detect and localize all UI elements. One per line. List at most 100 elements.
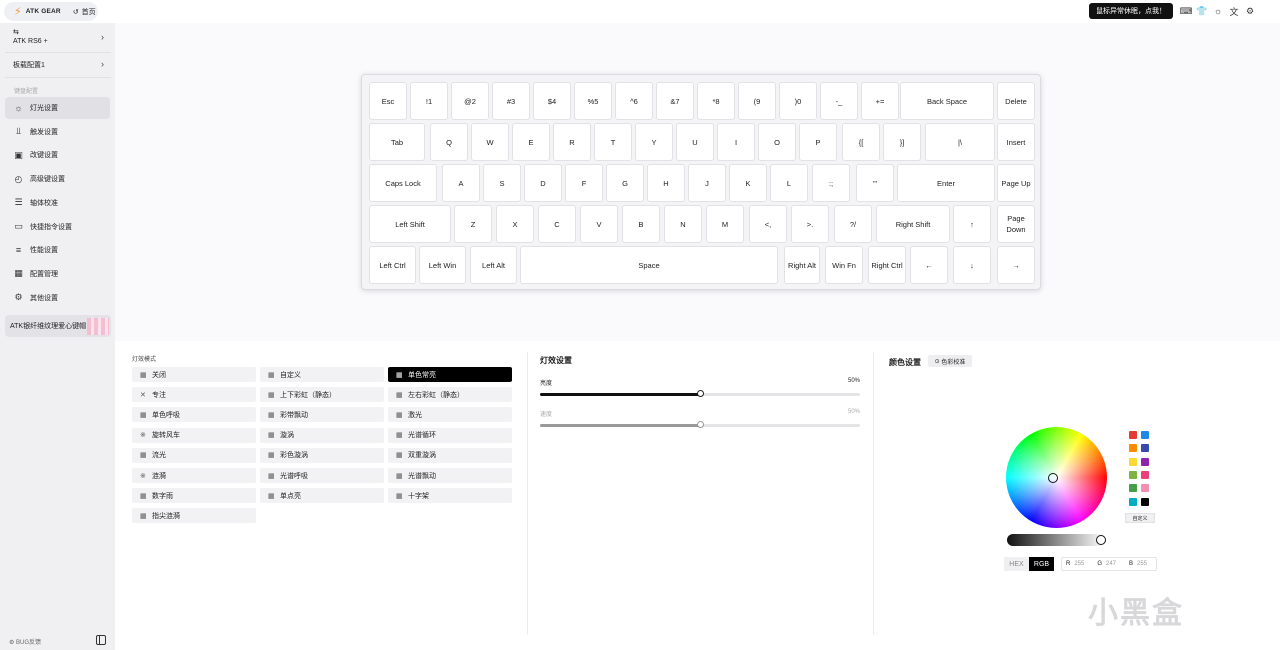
key[interactable]: Left Alt	[470, 246, 517, 284]
color-swatch[interactable]	[1141, 444, 1149, 453]
promo-banner[interactable]: ATK银纤维纹理爱心键帽	[5, 315, 111, 337]
key[interactable]: M	[706, 205, 744, 243]
speed-slider[interactable]	[540, 421, 860, 428]
sidebar-item[interactable]: ▣ 改键设置	[5, 144, 110, 166]
key[interactable]: L	[770, 164, 808, 202]
lighting-mode-option[interactable]: ▦ 光谱循环	[388, 427, 512, 443]
key[interactable]: G	[606, 164, 644, 202]
key[interactable]: B	[622, 205, 660, 243]
bug-report-link[interactable]: ⚙ BUG反馈	[9, 637, 41, 646]
key[interactable]: #3	[492, 82, 530, 120]
key[interactable]: $4	[533, 82, 571, 120]
key[interactable]: }]	[883, 123, 921, 161]
speed-handle[interactable]	[697, 421, 704, 428]
rgb-toggle[interactable]: RGB	[1029, 557, 1054, 571]
translate-icon[interactable]: 文	[1229, 4, 1239, 18]
key[interactable]: Right Alt	[784, 246, 820, 284]
color-swatch[interactable]	[1141, 470, 1149, 479]
key[interactable]: S	[483, 164, 521, 202]
key[interactable]: *8	[697, 82, 735, 120]
config-selector[interactable]: 板载配置1	[13, 61, 45, 70]
lighting-mode-option[interactable]: ✕ 专注	[132, 387, 256, 403]
key[interactable]: (9	[738, 82, 776, 120]
lighting-mode-option[interactable]: ▦ 上下彩虹（静态）	[260, 387, 384, 403]
key[interactable]: !1	[410, 82, 448, 120]
brightness-handle[interactable]	[697, 390, 704, 397]
key[interactable]: W	[471, 123, 509, 161]
chevron-right-icon[interactable]: ›	[101, 59, 104, 69]
lighting-mode-option[interactable]: ▦ 左右彩虹（静态）	[388, 387, 512, 403]
key[interactable]: K	[729, 164, 767, 202]
key[interactable]: V	[580, 205, 618, 243]
lighting-mode-option[interactable]: ▦ 漩涡	[260, 427, 384, 443]
key[interactable]: ?/	[834, 205, 872, 243]
calibrate-button[interactable]: ⊙ 色彩校准	[928, 355, 972, 367]
settings-icon[interactable]: ⚙	[1245, 4, 1255, 18]
lighting-mode-option[interactable]: ▦ 十字架	[388, 488, 512, 504]
sleep-toast-button[interactable]: 鼠标异常休眠，点我！	[1089, 3, 1173, 19]
lighting-mode-option[interactable]: ▦ 单色常亮	[388, 367, 512, 382]
color-swatch[interactable]	[1141, 431, 1149, 439]
keyboard-icon[interactable]: ⌨	[1180, 4, 1193, 18]
key[interactable]: Page Down	[997, 205, 1035, 243]
lightness-slider[interactable]	[1007, 534, 1105, 546]
lighting-mode-option[interactable]: ▦ 激光	[388, 407, 512, 423]
key[interactable]: Page Up	[997, 164, 1035, 202]
key[interactable]: >.	[791, 205, 829, 243]
lighting-mode-option[interactable]: ▦ 单点亮	[260, 488, 384, 504]
color-swatch[interactable]	[1129, 444, 1137, 453]
brightness-slider[interactable]	[540, 390, 860, 397]
key[interactable]: Delete	[997, 82, 1035, 120]
key[interactable]: F	[565, 164, 603, 202]
device-selector[interactable]: ⇆ ATK RS6 +	[13, 28, 48, 46]
key[interactable]: R	[553, 123, 591, 161]
key[interactable]: :;	[812, 164, 850, 202]
lighting-mode-option[interactable]: ▦ 双重漩涡	[388, 447, 512, 463]
lighting-mode-option[interactable]: ▦ 流光	[132, 447, 256, 463]
key[interactable]: E	[512, 123, 550, 161]
key[interactable]: |\	[925, 123, 995, 161]
key[interactable]: Z	[454, 205, 492, 243]
sidebar-item[interactable]: ▦ 配置管理	[5, 263, 110, 285]
color-swatch[interactable]	[1129, 497, 1137, 506]
lighting-mode-option[interactable]: ▦ 单色呼吸	[132, 407, 256, 423]
sidebar-item[interactable]: ▭ 快捷指令设置	[5, 216, 110, 238]
key[interactable]: -_	[820, 82, 858, 120]
key[interactable]: I	[717, 123, 755, 161]
lighting-mode-option[interactable]: ▦ 关闭	[132, 367, 256, 382]
lighting-mode-option[interactable]: ※ 涟漪	[132, 468, 256, 483]
sidebar-item[interactable]: ☼ 灯光设置	[5, 97, 110, 119]
lighting-mode-option[interactable]: ▦ 自定义	[260, 367, 384, 382]
key[interactable]: "'	[856, 164, 894, 202]
key[interactable]: Left Ctrl	[369, 246, 416, 284]
color-swatch[interactable]	[1141, 484, 1149, 493]
key[interactable]: U	[676, 123, 714, 161]
key[interactable]: Right Ctrl	[868, 246, 906, 284]
g-input[interactable]: 247	[1106, 561, 1125, 567]
key[interactable]: Right Shift	[876, 205, 950, 243]
key[interactable]: Win Fn	[825, 246, 863, 284]
key[interactable]: <,	[749, 205, 787, 243]
b-input[interactable]: 255	[1137, 561, 1156, 567]
key[interactable]: Space	[520, 246, 778, 284]
r-input[interactable]: 255	[1074, 561, 1093, 567]
key[interactable]: Q	[430, 123, 468, 161]
key[interactable]: Tab	[369, 123, 425, 161]
color-swatch[interactable]	[1141, 497, 1149, 506]
sidebar-item[interactable]: ◴ 高级键设置	[5, 168, 110, 190]
lighting-mode-option[interactable]: ▦ 彩色漩涡	[260, 447, 384, 463]
key[interactable]: Left Shift	[369, 205, 451, 243]
color-swatch[interactable]	[1129, 484, 1137, 493]
key[interactable]: X	[496, 205, 534, 243]
key[interactable]: O	[758, 123, 796, 161]
key[interactable]: Back Space	[900, 82, 994, 120]
key[interactable]: D	[524, 164, 562, 202]
key[interactable]: C	[538, 205, 576, 243]
lighting-mode-option[interactable]: ▦ 彩带飘动	[260, 407, 384, 423]
sun-icon[interactable]: ☼	[1213, 4, 1223, 18]
brand-chip[interactable]: ⚡ ATK GEAR ↺ 首页	[4, 2, 98, 21]
key[interactable]: Insert	[997, 123, 1035, 161]
key[interactable]: {[	[842, 123, 880, 161]
key[interactable]: &7	[656, 82, 694, 120]
key[interactable]: %5	[574, 82, 612, 120]
